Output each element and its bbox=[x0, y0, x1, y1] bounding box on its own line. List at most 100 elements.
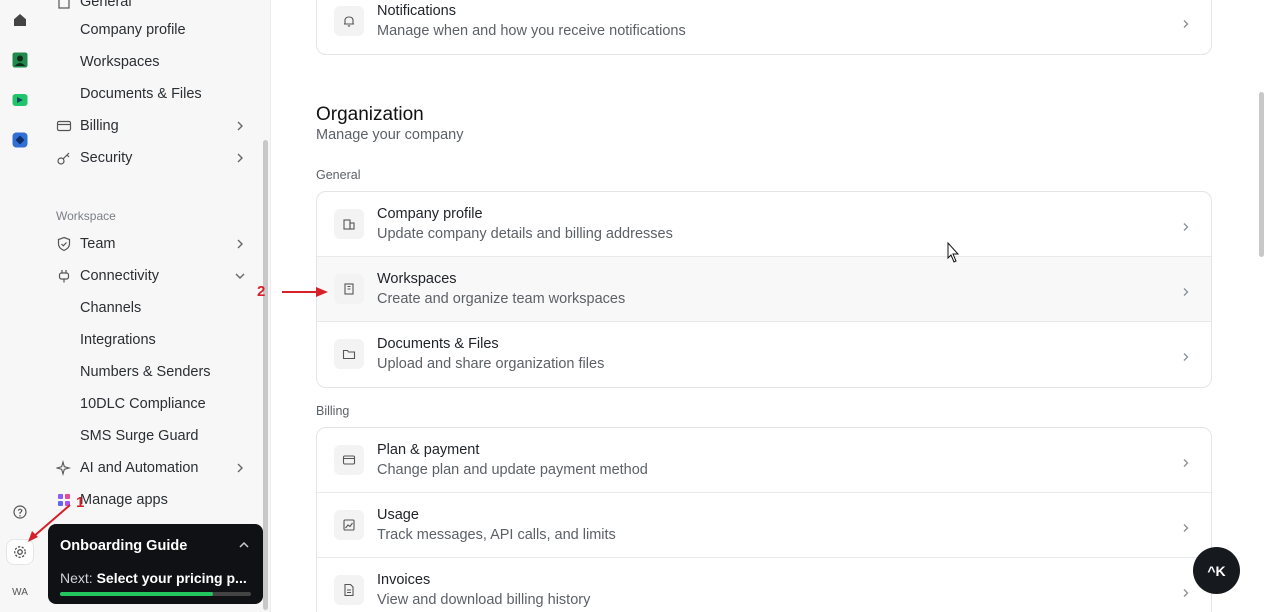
sidebar-section-workspace: Workspace bbox=[56, 209, 116, 223]
row-description: Upload and share organization files bbox=[377, 356, 605, 372]
row-description: Update company details and billing addre… bbox=[377, 226, 673, 242]
help-icon[interactable] bbox=[8, 500, 32, 524]
onboarding-progress-bar bbox=[60, 592, 251, 596]
chevron-right-icon bbox=[1181, 455, 1191, 467]
settings-row-documents-files[interactable]: Documents & Files Upload and share organ… bbox=[317, 322, 1211, 387]
sidebar-item-billing[interactable]: Billing bbox=[56, 112, 246, 140]
billing-settings-card: Plan & payment Change plan and update pa… bbox=[316, 427, 1212, 612]
row-title: Notifications bbox=[377, 3, 456, 19]
sidebar-item-ai-automation[interactable]: AI and Automation bbox=[56, 454, 246, 482]
chevron-down-icon bbox=[234, 270, 246, 282]
chevron-right-icon bbox=[1181, 284, 1191, 296]
annotation-number-2: 2 bbox=[257, 283, 266, 300]
folder-icon bbox=[334, 339, 364, 369]
chevron-right-icon bbox=[1181, 16, 1191, 28]
sidebar-scrollbar-thumb[interactable] bbox=[263, 140, 268, 610]
row-title: Documents & Files bbox=[377, 336, 499, 352]
building-icon bbox=[56, 0, 72, 10]
sidebar-subitem-workspaces[interactable]: Workspaces bbox=[80, 48, 160, 76]
row-description: Create and organize team workspaces bbox=[377, 291, 626, 307]
sidebar-subitem-10dlc[interactable]: 10DLC Compliance bbox=[80, 390, 206, 418]
sidebar-subitem-integrations[interactable]: Integrations bbox=[80, 326, 156, 354]
next-label: Next: bbox=[60, 570, 93, 586]
apps-grid-icon bbox=[56, 492, 72, 508]
sidebar-subitem-sms-surge-guard[interactable]: SMS Surge Guard bbox=[80, 422, 198, 450]
group-label-general: General bbox=[316, 168, 361, 182]
onboarding-next-step[interactable]: Next: Select your pricing p... bbox=[60, 570, 250, 586]
settings-row-notifications[interactable]: Notifications Manage when and how you re… bbox=[317, 0, 1211, 54]
blue-app-icon[interactable] bbox=[8, 128, 32, 152]
chevron-right-icon bbox=[234, 152, 246, 164]
row-title: Workspaces bbox=[377, 271, 457, 287]
sidebar-item-label: Billing bbox=[80, 118, 119, 134]
sidebar-subitem-documents[interactable]: Documents & Files bbox=[80, 80, 202, 108]
contacts-app-icon[interactable] bbox=[8, 48, 32, 72]
sidebar-item-manage-apps[interactable]: Manage apps bbox=[56, 486, 246, 514]
onboarding-progress-fill bbox=[60, 592, 213, 596]
row-description: View and download billing history bbox=[377, 592, 591, 608]
onboarding-guide-card[interactable]: Onboarding Guide Next: Select your prici… bbox=[48, 524, 263, 604]
video-app-icon[interactable] bbox=[8, 88, 32, 112]
settings-gear-icon[interactable] bbox=[6, 539, 34, 565]
settings-row-usage[interactable]: Usage Track messages, API calls, and lim… bbox=[317, 493, 1211, 558]
chart-icon bbox=[334, 510, 364, 540]
bell-icon bbox=[334, 6, 364, 36]
general-settings-card: Company profile Update company details a… bbox=[316, 191, 1212, 388]
settings-main: Notifications Manage when and how you re… bbox=[272, 0, 1266, 612]
organization-heading: Organization bbox=[316, 104, 424, 125]
row-description: Change plan and update payment method bbox=[377, 462, 648, 478]
sidebar-item-label: Manage apps bbox=[80, 492, 168, 508]
row-title: Plan & payment bbox=[377, 442, 480, 458]
settings-sidebar: General Company profile Workspaces Docum… bbox=[40, 0, 271, 612]
main-scrollbar-thumb[interactable] bbox=[1259, 92, 1264, 257]
sidebar-item-team[interactable]: Team bbox=[56, 230, 246, 258]
sidebar-item-label: Security bbox=[80, 150, 133, 166]
sidebar-subitem-numbers-senders[interactable]: Numbers & Senders bbox=[80, 358, 211, 386]
sidebar-subitem-channels[interactable]: Channels bbox=[80, 294, 141, 322]
office-building-icon bbox=[334, 274, 364, 304]
row-description: Track messages, API calls, and limits bbox=[377, 527, 616, 543]
sidebar-scrollbar[interactable] bbox=[262, 0, 269, 612]
app-rail: WA bbox=[0, 0, 40, 612]
row-title: Usage bbox=[377, 507, 419, 523]
building-icon bbox=[334, 209, 364, 239]
sidebar-item-connectivity[interactable]: Connectivity bbox=[56, 262, 246, 290]
chevron-right-icon bbox=[1181, 585, 1191, 597]
chevron-right-icon bbox=[1181, 349, 1191, 361]
group-label-billing: Billing bbox=[316, 404, 350, 418]
chevron-right-icon bbox=[234, 238, 246, 250]
shield-icon bbox=[56, 236, 72, 252]
chevron-right-icon bbox=[1181, 219, 1191, 231]
chevron-right-icon bbox=[234, 120, 246, 132]
sidebar-item-label: AI and Automation bbox=[80, 460, 199, 476]
plug-icon bbox=[56, 268, 72, 284]
sidebar-item-security[interactable]: Security bbox=[56, 144, 246, 172]
credit-card-icon bbox=[56, 118, 72, 134]
settings-row-plan-payment[interactable]: Plan & payment Change plan and update pa… bbox=[317, 428, 1211, 493]
user-avatar[interactable]: WA bbox=[6, 580, 34, 604]
command-palette-button[interactable]: ^K bbox=[1193, 547, 1240, 594]
onboarding-title: Onboarding Guide bbox=[60, 538, 188, 554]
settings-row-workspaces[interactable]: Workspaces Create and organize team work… bbox=[317, 257, 1211, 322]
settings-row-company-profile[interactable]: Company profile Update company details a… bbox=[317, 192, 1211, 257]
document-icon bbox=[334, 575, 364, 605]
sidebar-subitem-company-profile[interactable]: Company profile bbox=[80, 16, 186, 44]
row-title: Invoices bbox=[377, 572, 431, 588]
annotation-number-1: 1 bbox=[76, 494, 85, 511]
next-value: Select your pricing p... bbox=[96, 570, 247, 586]
chevron-right-icon bbox=[1181, 520, 1191, 532]
chevron-up-icon[interactable] bbox=[237, 538, 251, 552]
sidebar-item-label: Team bbox=[80, 236, 116, 252]
organization-subheading: Manage your company bbox=[316, 127, 464, 143]
settings-row-invoices[interactable]: Invoices View and download billing histo… bbox=[317, 558, 1211, 612]
row-description: Manage when and how you receive notifica… bbox=[377, 23, 686, 39]
sidebar-item-label: General bbox=[80, 0, 132, 10]
row-title: Company profile bbox=[377, 206, 483, 222]
notifications-card: Notifications Manage when and how you re… bbox=[316, 0, 1212, 55]
sidebar-item-label: Connectivity bbox=[80, 268, 159, 284]
sidebar-item-general[interactable]: General bbox=[56, 0, 246, 16]
chevron-right-icon bbox=[234, 462, 246, 474]
home-icon[interactable] bbox=[8, 8, 32, 32]
sparkle-icon bbox=[56, 460, 72, 476]
credit-card-icon bbox=[334, 445, 364, 475]
